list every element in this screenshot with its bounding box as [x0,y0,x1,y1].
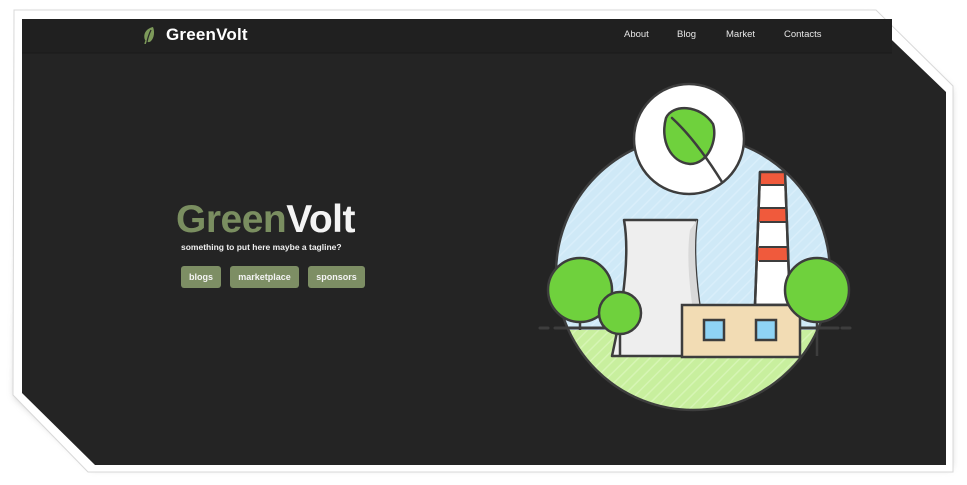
leaf-icon [144,27,155,44]
power-plant-illustration [538,82,852,412]
hero-title: GreenVolt [176,200,355,239]
navbar-brand[interactable]: GreenVolt [142,24,248,46]
landing-page: GreenVolt About Blog Market Contacts Gre… [0,0,967,485]
factory-building [680,303,802,359]
brand-name: GreenVolt [166,25,248,44]
hero-title-white: Volt [286,198,355,241]
nav-link-blog[interactable]: Blog [677,29,726,40]
main-navigation: About Blog Market Contacts [624,29,822,40]
sponsors-button[interactable]: sponsors [308,266,365,288]
hero-title-green: Green [176,198,287,241]
nav-link-contacts[interactable]: Contacts [784,29,822,40]
nav-link-about[interactable]: About [624,29,677,40]
hero-tagline: something to put here maybe a tagline? [181,242,342,252]
nav-link-market[interactable]: Market [726,29,784,40]
leaf-badge [632,82,746,196]
blogs-button[interactable]: blogs [181,266,221,288]
marketplace-button[interactable]: marketplace [230,266,299,288]
